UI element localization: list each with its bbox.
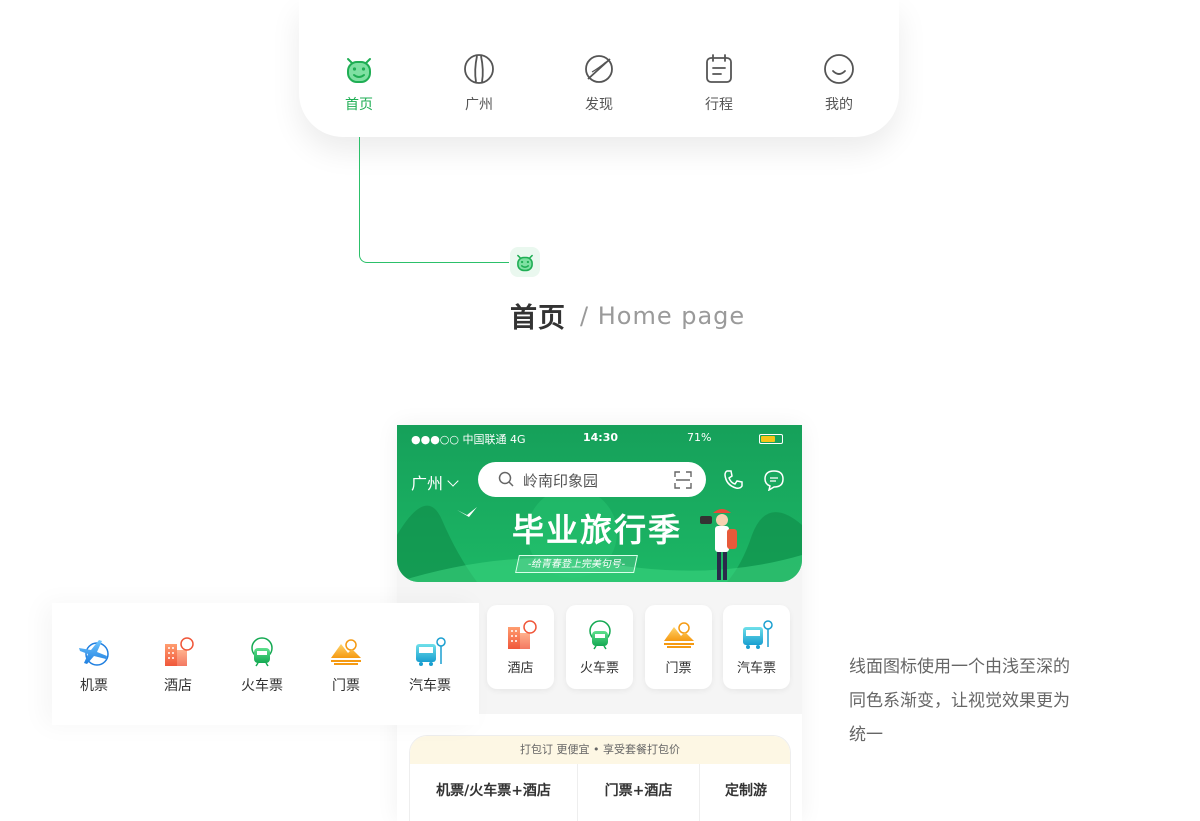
mountain-ticket-icon	[331, 639, 361, 665]
service-bus-label: 汽车票	[736, 661, 776, 676]
strip-train-label: 火车票	[241, 678, 283, 694]
section-title: 首页	[510, 303, 566, 334]
service-ticket[interactable]: 门票	[645, 605, 712, 689]
tab-trip-label: 行程	[705, 97, 733, 113]
tab-discover-label: 发现	[585, 97, 613, 113]
service-train-label: 火车票	[579, 661, 619, 676]
train-icon	[588, 620, 611, 650]
cow-face-icon	[347, 58, 371, 83]
status-time: 14:30	[583, 431, 619, 444]
description-line: 统一	[849, 725, 883, 745]
service-bus[interactable]: 汽车票	[723, 605, 790, 689]
icon-strip: 机票 酒店 火车票 门票 汽车票	[52, 603, 479, 725]
planet-icon	[585, 55, 613, 83]
notebook-icon	[706, 54, 732, 83]
description-line: 同色系渐变，让视觉效果更为	[849, 691, 1070, 711]
strip-bus[interactable]: 汽车票	[388, 636, 472, 695]
strip-bus-label: 汽车票	[409, 678, 451, 694]
strip-hotel-label: 酒店	[164, 678, 192, 694]
tab-bar: 首页 广州 发现 行程 我的	[299, 0, 899, 137]
tab-mine[interactable]: 我的	[799, 52, 879, 114]
service-hotel-label: 酒店	[507, 661, 534, 676]
strip-ticket-label: 门票	[332, 678, 360, 694]
message-icon[interactable]	[763, 469, 785, 491]
bus-icon	[416, 637, 446, 666]
carrier-text: ●●●○○ 中国联通 4G	[411, 433, 526, 446]
service-train[interactable]: 火车票	[566, 605, 633, 689]
home-icon-badge	[510, 247, 540, 277]
landmark-tower-icon	[464, 54, 494, 84]
chevron-down-icon	[447, 475, 459, 487]
description-line: 线面图标使用一个由浅至深的	[849, 657, 1070, 677]
service-ticket-label: 门票	[665, 661, 692, 676]
strip-flight[interactable]: 机票	[52, 636, 136, 695]
tab-guangzhou-label: 广州	[465, 97, 493, 113]
search-text: 岭南印象园	[523, 472, 599, 490]
bus-icon	[742, 620, 773, 649]
cow-face-icon	[517, 254, 533, 272]
strip-flight-label: 机票	[80, 678, 108, 694]
train-icon	[251, 637, 273, 667]
search-icon	[498, 471, 514, 487]
banner-title: 毕业旅行季	[512, 511, 683, 549]
mountain-ticket-icon	[663, 622, 694, 648]
phone-call-icon[interactable]	[722, 469, 744, 491]
banner-subtitle: -给青春登上完美句号-	[515, 555, 639, 573]
section-subtitle: / Home page	[580, 302, 746, 330]
battery-fill	[761, 436, 775, 442]
package-deals: 打包订 更便宜 • 享受套餐打包价 机票/火车票+酒店 门票+酒店 定制游	[409, 735, 791, 821]
strip-train[interactable]: 火车票	[220, 636, 304, 695]
connector-line	[359, 137, 360, 255]
connector-line-elbow	[359, 254, 509, 263]
strip-ticket[interactable]: 门票	[304, 636, 388, 695]
tab-mine-label: 我的	[825, 97, 853, 113]
search-input[interactable]: 岭南印象园	[478, 462, 706, 497]
tab-home-label: 首页	[345, 97, 373, 113]
tab-discover[interactable]: 发现	[559, 52, 639, 114]
city-label: 广州	[411, 474, 444, 493]
package-header: 打包订 更便宜 • 享受套餐打包价	[410, 736, 790, 764]
battery-percent: 71%	[687, 431, 712, 444]
city-selector[interactable]: 广州	[411, 470, 459, 494]
package-option-ticket-hotel[interactable]: 门票+酒店	[578, 764, 700, 821]
package-option-custom[interactable]: 定制游	[700, 764, 790, 821]
tab-trip[interactable]: 行程	[679, 52, 759, 114]
status-bar: ●●●○○ 中国联通 4G 14:30 71%	[397, 431, 802, 447]
tab-guangzhou[interactable]: 广州	[439, 52, 519, 114]
package-option-flight-hotel[interactable]: 机票/火车票+酒店	[410, 764, 578, 821]
service-hotel[interactable]: 酒店	[487, 605, 554, 689]
phone-header: ●●●○○ 中国联通 4G 14:30 71% 广州 岭南印象园 毕业旅行季 -…	[397, 425, 802, 582]
hotel-icon	[507, 620, 537, 649]
icon-description: 线面图标使用一个由浅至深的 同色系渐变，让视觉效果更为 统一	[849, 650, 1119, 752]
tab-home[interactable]: 首页	[319, 52, 399, 114]
smile-face-icon	[824, 54, 854, 84]
plane-globe-icon	[79, 640, 109, 666]
battery-icon	[759, 434, 783, 444]
hotel-icon	[165, 637, 194, 666]
strip-hotel[interactable]: 酒店	[136, 636, 220, 695]
scan-icon[interactable]	[674, 471, 692, 489]
